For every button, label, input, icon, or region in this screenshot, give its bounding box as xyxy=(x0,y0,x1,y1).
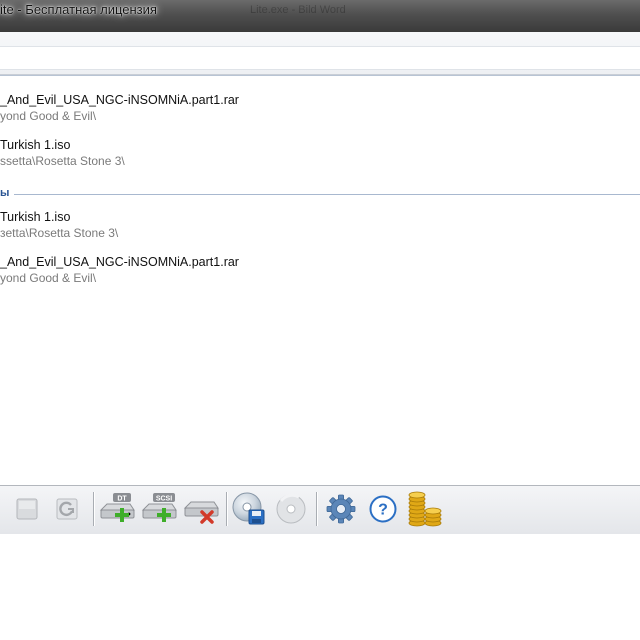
bottom-toolbar: DT SCSI ? xyxy=(0,485,640,535)
title-bar-background-text: Lite.exe - Bild Word xyxy=(250,4,346,16)
refresh-icon xyxy=(56,498,78,520)
toolbar-separator xyxy=(316,492,317,526)
group-header[interactable]: ы xyxy=(0,187,640,201)
settings-button[interactable] xyxy=(322,491,360,527)
status-area xyxy=(0,534,640,640)
burn-disc-button[interactable] xyxy=(272,491,310,527)
help-button[interactable]: ? xyxy=(364,491,402,527)
add-scsi-drive-button[interactable]: SCSI xyxy=(140,491,178,527)
list-item-path: yond Good & Evil\ xyxy=(0,109,97,123)
add-scsi-drive-icon: SCSI xyxy=(141,493,177,522)
list-item-path: yond Good & Evil\ xyxy=(0,271,97,285)
drive-badge-text: SCSI xyxy=(156,496,172,503)
search-bar-area xyxy=(0,32,640,75)
help-icon: ? xyxy=(369,495,397,523)
buy-button[interactable] xyxy=(406,491,444,527)
list-item-name: _And_Evil_USA_NGC-iNSOMNiA.part1.rar xyxy=(0,255,239,269)
list-item[interactable]: Turkish 1.iso ssetta\Rosetta Stone 3\ xyxy=(0,138,125,168)
image-catalog-list: _And_Evil_USA_NGC-iNSOMNiA.part1.rar yon… xyxy=(0,75,640,486)
drive-badge-text: DT xyxy=(117,496,127,503)
list-item-name: _And_Evil_USA_NGC-iNSOMNiA.part1.rar xyxy=(0,93,239,107)
window-title: ite - Бесплатная лицензия xyxy=(0,2,157,17)
group-header-divider xyxy=(14,194,640,195)
list-item-name: Turkish 1.iso xyxy=(0,138,71,152)
make-image-button[interactable] xyxy=(230,491,268,527)
toolbar-separator xyxy=(93,492,94,526)
list-item[interactable]: Turkish 1.iso зetta\Rosetta Stone 3\ xyxy=(0,210,118,240)
disc-save-icon xyxy=(232,492,265,525)
list-item-path: зetta\Rosetta Stone 3\ xyxy=(0,226,119,240)
stop-button[interactable] xyxy=(8,491,46,527)
stop-square-icon xyxy=(16,498,38,520)
disc-icon xyxy=(276,493,306,524)
gear-icon xyxy=(326,494,356,524)
toolbar-separator xyxy=(226,492,227,526)
remove-drive-icon xyxy=(183,501,219,524)
search-strip[interactable] xyxy=(0,46,640,70)
group-header-label: ы xyxy=(0,187,10,199)
svg-text:?: ? xyxy=(378,502,388,519)
add-dt-drive-button[interactable]: DT xyxy=(98,491,136,527)
refresh-button[interactable] xyxy=(48,491,86,527)
list-item-name: Turkish 1.iso xyxy=(0,210,71,224)
remove-drive-button[interactable] xyxy=(182,491,220,527)
list-item[interactable]: _And_Evil_USA_NGC-iNSOMNiA.part1.rar yon… xyxy=(0,93,239,123)
title-bar: Lite.exe - Bild Word ite - Бесплатная ли… xyxy=(0,0,640,32)
list-item[interactable]: _And_Evil_USA_NGC-iNSOMNiA.part1.rar yon… xyxy=(0,255,239,285)
add-dt-drive-icon: DT xyxy=(99,493,135,522)
coins-icon xyxy=(408,491,442,527)
list-item-path: ssetta\Rosetta Stone 3\ xyxy=(0,154,125,168)
